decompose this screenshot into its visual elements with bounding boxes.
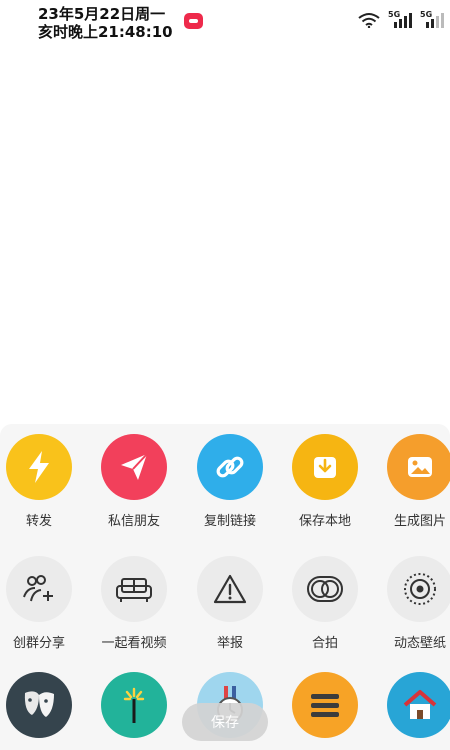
generate-image-label: 生成图片 [393, 514, 446, 529]
private-message-label: 私信朋友 [107, 514, 160, 529]
forward-label: 转发 [25, 514, 52, 529]
share-save-local-button[interactable]: 保存本地 [285, 434, 365, 529]
share-watch-together-button[interactable]: 一起看视频 [94, 556, 174, 651]
watch-together-circle [101, 556, 167, 622]
live-wallpaper-circle [387, 556, 450, 622]
save-toast-label: 保存 [211, 715, 239, 731]
warning-icon [213, 574, 247, 604]
wifi-icon [358, 13, 380, 28]
group-add-icon [23, 575, 53, 602]
copy-link-circle [197, 434, 263, 500]
download-icon [314, 457, 336, 478]
signal-bars-icon [394, 13, 412, 28]
share-row-secondary: 创群分享 一起看视频 举报 合拍 动态壁纸 [0, 556, 450, 666]
share-live-wallpaper-button[interactable]: 动态壁纸 [380, 556, 450, 651]
create-group-circle [6, 556, 72, 622]
notification-badge-icon [184, 13, 203, 29]
live-wallpaper-label: 动态壁纸 [393, 636, 446, 651]
mask-circle [6, 672, 72, 738]
status-bar: 23年5月22日周一 亥时晚上21:48:10 5G 5G [0, 0, 450, 48]
link-icon [216, 456, 244, 478]
lightning-icon [29, 451, 49, 483]
list-circle [292, 672, 358, 738]
status-icons: 5G 5G [358, 10, 444, 28]
report-circle [197, 556, 263, 622]
sofa-icon [116, 578, 152, 602]
share-report-button[interactable]: 举报 [190, 556, 270, 651]
signal-1: 5G [388, 10, 412, 28]
duet-icon [307, 576, 343, 602]
home-icon [403, 690, 437, 719]
share-generate-image-button[interactable]: 生成图片 [380, 434, 450, 529]
status-date: 23年5月22日周一 [38, 5, 166, 23]
sparkler-icon [123, 687, 145, 723]
save-toast: 保存 [182, 703, 268, 741]
save-local-label: 保存本地 [298, 514, 351, 529]
watch-together-label: 一起看视频 [101, 636, 167, 651]
share-sheet: 转发 私信朋友 复制链接 保存本地 生成图片 创群分享 一起看视频 举报 合拍 … [0, 424, 450, 750]
private-message-circle [101, 434, 167, 500]
save-local-circle [292, 434, 358, 500]
share-duet-button[interactable]: 合拍 [285, 556, 365, 651]
duet-label: 合拍 [311, 636, 338, 651]
tool-sparkler-button[interactable] [94, 672, 174, 738]
mask-icon [24, 691, 54, 717]
paper-plane-icon [121, 453, 148, 480]
share-copy-link-button[interactable]: 复制链接 [190, 434, 270, 529]
report-label: 举报 [216, 636, 243, 651]
copy-link-label: 复制链接 [203, 514, 256, 529]
forward-circle [6, 434, 72, 500]
home-circle [387, 672, 450, 738]
share-row-primary: 转发 私信朋友 复制链接 保存本地 生成图片 [0, 434, 450, 544]
tool-mask-button[interactable] [0, 672, 79, 738]
wallpaper-icon [404, 573, 436, 605]
share-private-message-button[interactable]: 私信朋友 [94, 434, 174, 529]
tool-list-button[interactable] [285, 672, 365, 738]
tool-home-button[interactable] [380, 672, 450, 738]
signal-2: 5G [420, 10, 444, 28]
share-create-group-button[interactable]: 创群分享 [0, 556, 79, 651]
status-datetime: 23年5月22日周一 亥时晚上21:48:10 [38, 5, 173, 41]
create-group-label: 创群分享 [12, 636, 65, 651]
duet-circle [292, 556, 358, 622]
status-time: 亥时晚上21:48:10 [38, 23, 173, 41]
sparkler-circle [101, 672, 167, 738]
signal-bars-icon [426, 13, 444, 28]
image-icon [408, 457, 432, 477]
list-icon [311, 694, 339, 717]
generate-image-circle [387, 434, 450, 500]
share-forward-button[interactable]: 转发 [0, 434, 79, 529]
